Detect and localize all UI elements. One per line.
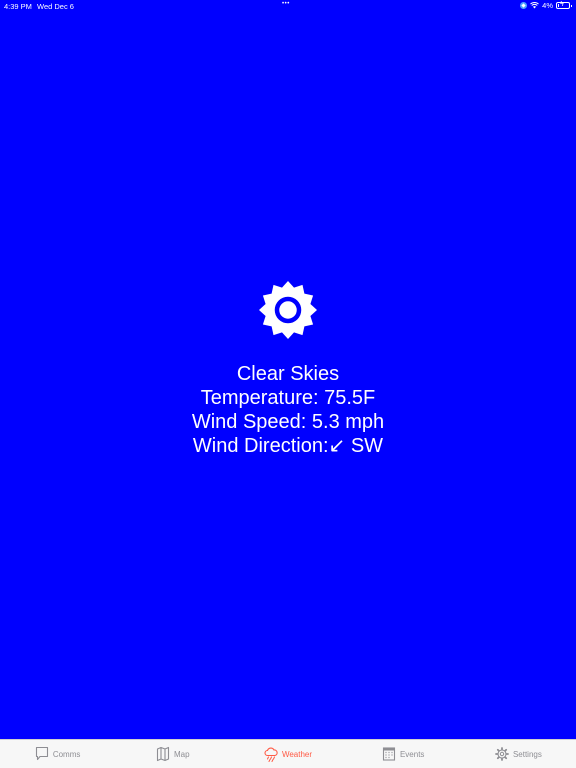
tab-bar: Comms Map Weather Events Settings — [0, 739, 576, 768]
wifi-icon — [530, 2, 539, 9]
tab-weather[interactable]: Weather — [230, 740, 345, 768]
temperature-reading: Temperature: 75.5F — [200, 387, 376, 409]
weather-summary: Clear Skies Temperature: 75.5F Wind Spee… — [0, 280, 576, 458]
location-icon — [520, 2, 528, 9]
gear-icon — [495, 747, 509, 761]
tab-label-events: Events — [399, 749, 425, 759]
wind-direction-reading: Wind Direction:↙ SW — [192, 435, 384, 457]
weather-condition: Clear Skies — [236, 363, 340, 385]
tab-label-map: Map — [174, 749, 190, 759]
tab-comms[interactable]: Comms — [0, 740, 115, 768]
status-bar: 4:39 PM Wed Dec 6 ••• 4% ϟ — [0, 0, 576, 12]
tab-label-settings: Settings — [512, 749, 542, 759]
multitasking-dots[interactable]: ••• — [282, 1, 290, 7]
battery-percent: 4% — [542, 1, 553, 10]
map-icon — [156, 746, 170, 762]
battery-icon: ϟ — [556, 1, 572, 9]
tab-map[interactable]: Map — [115, 740, 230, 768]
tab-settings[interactable]: Settings — [461, 740, 576, 768]
weather-screen: 4:39 PM Wed Dec 6 ••• 4% ϟ Clear Skies T… — [0, 0, 576, 768]
sun-icon — [259, 281, 317, 339]
calendar-icon — [382, 747, 396, 761]
tab-events[interactable]: Events — [346, 740, 461, 768]
chat-bubble-icon — [35, 746, 48, 761]
status-time: 4:39 PM — [4, 2, 32, 11]
tab-label-comms: Comms — [52, 749, 81, 759]
status-indicators: 4% ϟ — [520, 1, 572, 10]
tab-label-weather: Weather — [281, 749, 313, 759]
wind-speed-reading: Wind Speed: 5.3 mph — [191, 411, 385, 433]
cloud-rain-icon — [264, 747, 278, 762]
status-date: Wed Dec 6 — [37, 2, 74, 11]
